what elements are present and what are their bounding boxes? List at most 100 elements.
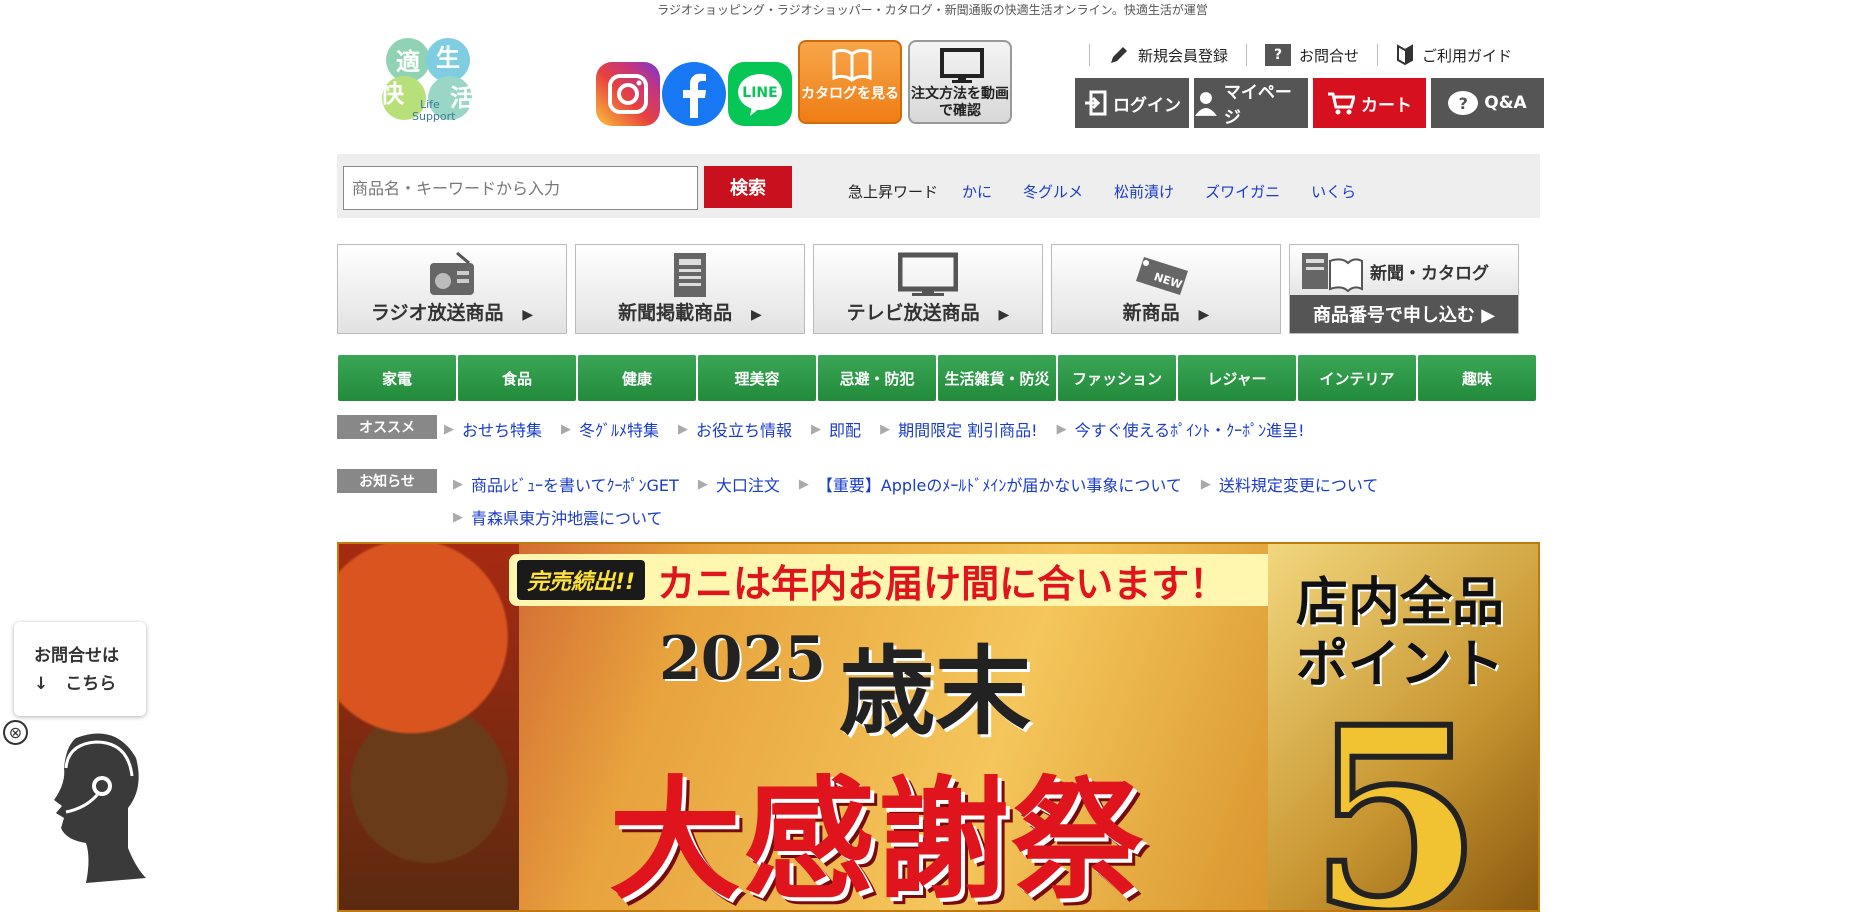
- category-leisure[interactable]: レジャー: [1178, 355, 1296, 401]
- user-icon: [1194, 92, 1217, 116]
- recommend-link[interactable]: ▶ 即配: [811, 417, 861, 441]
- qa-button[interactable]: ? Q&A: [1431, 78, 1544, 128]
- search-input[interactable]: [343, 166, 698, 210]
- new-products-label: 新商品: [1052, 298, 1280, 325]
- recommend-link-text: 期間限定 割引商品!: [898, 421, 1038, 440]
- recommend-link[interactable]: ▶ 期間限定 割引商品!: [880, 417, 1038, 441]
- view-catalog-label: カタログを見る: [801, 86, 899, 102]
- triangle-icon: ▶: [697, 476, 708, 492]
- order-video-button[interactable]: 注文方法を動画で確認: [908, 40, 1012, 124]
- triangle-icon: ▶: [678, 421, 689, 437]
- instagram-icon[interactable]: [596, 62, 660, 126]
- logo-char: 適: [396, 48, 420, 76]
- banner-badge: 完売続出!!: [517, 560, 646, 600]
- notice-link[interactable]: ▶ 【重要】Appleのﾒｰﾙﾄﾞﾒｲﾝが届かない事象について: [799, 472, 1182, 496]
- contact-widget-line2: ↓ こちら: [34, 674, 117, 694]
- catalog-icon: [1302, 253, 1363, 293]
- category-fashion[interactable]: ファッション: [1058, 355, 1176, 401]
- banner-food-image: [339, 544, 519, 910]
- view-catalog-button[interactable]: カタログを見る: [798, 40, 902, 124]
- search-button[interactable]: 検索: [704, 166, 792, 208]
- catalog-order-button[interactable]: 新聞・カタログ 商品番号で申し込む ▶: [1289, 244, 1519, 334]
- guide-label: ご利用ガイド: [1422, 46, 1513, 65]
- notice-links: ▶ 商品ﾚﾋﾞｭｰを書いてｸｰﾎﾟﾝGET ▶ 大口注文 ▶ 【重要】Appleのﾒｰ…: [453, 472, 1453, 529]
- login-button[interactable]: ログイン: [1075, 78, 1189, 128]
- catalog-bottom-label: 商品番号で申し込む ▶: [1290, 295, 1518, 333]
- triangle-icon: ▶: [811, 421, 822, 437]
- contact-link[interactable]: ? お問合せ: [1246, 44, 1377, 66]
- recommend-link[interactable]: ▶ おせち特集: [444, 417, 542, 441]
- logo-char: 活: [450, 84, 474, 112]
- recommend-link[interactable]: ▶ 冬ｸﾞﾙﾒ特集: [561, 417, 659, 441]
- book-icon: [832, 48, 872, 82]
- triangle-icon: ▶: [453, 476, 463, 492]
- operator-headset-icon[interactable]: [36, 728, 146, 883]
- trending-label: 急上昇ワード: [848, 183, 939, 201]
- notice-link[interactable]: ▶ 大口注文: [698, 472, 780, 496]
- new-products-button[interactable]: NEW 新商品: [1051, 244, 1281, 334]
- trend-word[interactable]: 松前漬け: [1114, 181, 1174, 202]
- category-hobby[interactable]: 趣味: [1418, 355, 1536, 401]
- category-interior[interactable]: インテリア: [1298, 355, 1416, 401]
- trend-word[interactable]: いくら: [1311, 181, 1356, 202]
- register-link[interactable]: 新規会員登録: [1089, 44, 1246, 66]
- triangle-icon: ▶: [1200, 476, 1211, 492]
- contact-widget-line1: お問合せは: [34, 646, 119, 666]
- notice-link-text: 【重要】Appleのﾒｰﾙﾄﾞﾒｲﾝが届かない事象について: [816, 476, 1182, 495]
- radio-products-label: ラジオ放送商品: [338, 298, 566, 325]
- recommend-link[interactable]: ▶ お役立ち情報: [678, 417, 792, 441]
- close-icon[interactable]: ⊗: [3, 720, 28, 745]
- question-icon: ?: [1265, 44, 1292, 66]
- radio-icon: [430, 251, 474, 295]
- hero-banner[interactable]: 完売続出!! カニは年内お届け間に合います！ 2025 歳末 大感謝祭 店内全品…: [337, 542, 1540, 912]
- banner-year: 2025: [659, 624, 826, 694]
- trend-word[interactable]: 冬グルメ: [1023, 181, 1083, 202]
- cart-label: カート: [1361, 95, 1412, 116]
- newspaper-products-label: 新聞掲載商品: [576, 298, 804, 325]
- banner-multiplier: 5: [1306, 672, 1486, 912]
- newspaper-icon: [674, 253, 706, 297]
- register-label: 新規会員登録: [1138, 46, 1229, 65]
- notice-link-text: 商品ﾚﾋﾞｭｰを書いてｸｰﾎﾟﾝGET: [471, 476, 679, 495]
- monitor-icon: [940, 48, 984, 83]
- mypage-button[interactable]: マイページ: [1194, 78, 1308, 128]
- category-repellent[interactable]: 忌避・防犯: [818, 355, 936, 401]
- triangle-icon: ▶: [561, 421, 572, 437]
- banner-saimatsu: 歳末: [839, 636, 1031, 748]
- recommend-link-text: 冬ｸﾞﾙﾒ特集: [579, 421, 660, 440]
- facebook-icon[interactable]: [662, 62, 726, 126]
- tv-icon: [898, 252, 958, 296]
- guide-link[interactable]: ご利用ガイド: [1377, 44, 1530, 66]
- banner-headline: カニは年内お届け間に合います！: [657, 561, 1228, 606]
- notice-link-text: 送料規定変更について: [1218, 476, 1379, 495]
- recommend-links: ▶ おせち特集 ▶ 冬ｸﾞﾙﾒ特集 ▶ お役立ち情報 ▶ 即配 ▶ 期間限定 割引商品! …: [444, 417, 1324, 441]
- notice-link[interactable]: ▶ 青森県東方沖地震について: [453, 505, 663, 529]
- notice-link-text: 青森県東方沖地震について: [471, 509, 663, 528]
- recommend-link-text: お役立ち情報: [696, 421, 793, 440]
- newspaper-products-button[interactable]: 新聞掲載商品: [575, 244, 805, 334]
- notice-link[interactable]: ▶ 送料規定変更について: [1201, 472, 1379, 496]
- banner-top-strip: 完売続出!! カニは年内お届け間に合います！: [509, 554, 1289, 606]
- site-logo[interactable]: 適 生 快 活 Life Support: [366, 36, 488, 128]
- contact-widget[interactable]: お問合せは ↓ こちら: [14, 622, 146, 716]
- category-health[interactable]: 健康: [578, 355, 696, 401]
- category-beauty[interactable]: 理美容: [698, 355, 816, 401]
- trend-word[interactable]: ズワイガニ: [1205, 181, 1280, 202]
- tv-products-button[interactable]: テレビ放送商品: [813, 244, 1043, 334]
- search-bar: 検索 急上昇ワード かに 冬グルメ 松前漬け ズワイガニ いくら: [337, 154, 1540, 218]
- svg-text:LINE: LINE: [742, 85, 777, 101]
- banner-main-title: 大感謝祭: [609, 764, 1145, 912]
- category-appliances[interactable]: 家電: [338, 355, 456, 401]
- notice-link[interactable]: ▶ 商品ﾚﾋﾞｭｰを書いてｸｰﾎﾟﾝGET: [453, 472, 679, 496]
- recommend-link-text: 今すぐ使えるﾎﾟｲﾝﾄ・ｸｰﾎﾟﾝ進呈!: [1074, 421, 1305, 440]
- cart-button[interactable]: カート: [1313, 78, 1426, 128]
- banner-point-line1: 店内全品: [1295, 573, 1504, 633]
- recommend-link[interactable]: ▶ 今すぐ使えるﾎﾟｲﾝﾄ・ｸｰﾎﾟﾝ進呈!: [1057, 417, 1305, 441]
- line-icon[interactable]: LINE: [728, 62, 792, 126]
- trend-word[interactable]: かに: [962, 181, 992, 202]
- radio-products-button[interactable]: ラジオ放送商品: [337, 244, 567, 334]
- category-nav: 家電 食品 健康 理美容 忌避・防犯 生活雑貨・防災 ファッション レジャー イ…: [338, 355, 1536, 401]
- category-food[interactable]: 食品: [458, 355, 576, 401]
- category-household[interactable]: 生活雑貨・防災: [938, 355, 1056, 401]
- triangle-icon: ▶: [453, 509, 463, 525]
